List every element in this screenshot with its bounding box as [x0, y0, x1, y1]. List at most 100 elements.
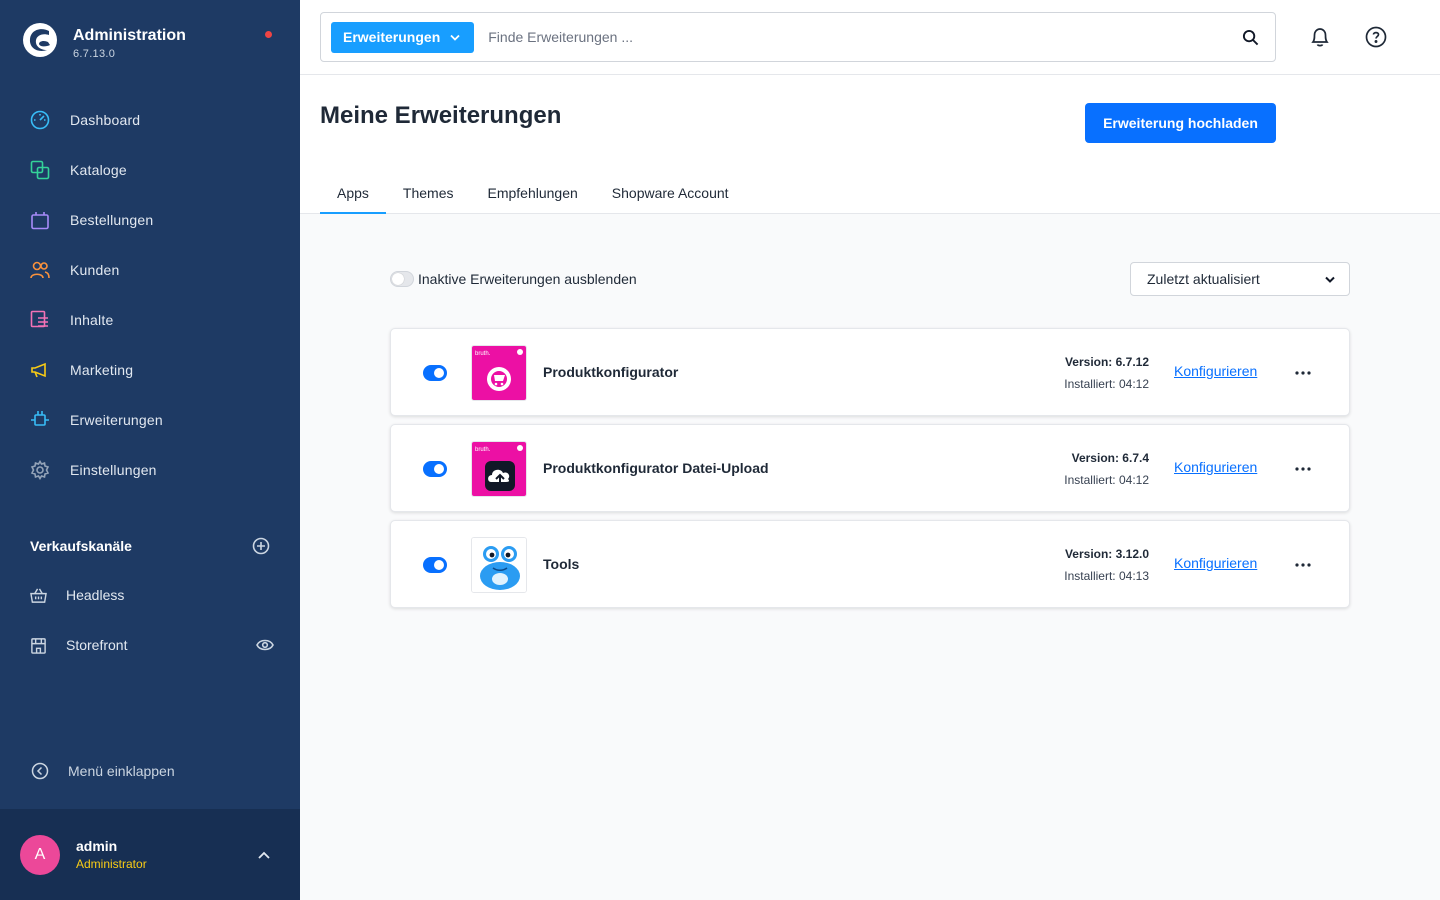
extension-name: Tools [543, 556, 580, 572]
file-upload-icon: bruth. [471, 441, 527, 497]
extension-active-toggle[interactable] [423, 461, 447, 477]
search-type-dropdown[interactable]: Erweiterungen [331, 21, 475, 53]
add-channel-icon[interactable] [252, 537, 270, 555]
extension-active-toggle[interactable] [423, 365, 447, 381]
tabs: Apps Themes Empfehlungen Shopware Accoun… [320, 173, 746, 214]
dashboard-icon [29, 109, 51, 131]
tab-apps[interactable]: Apps [320, 173, 386, 214]
sidebar-channel-storefront[interactable]: Storefront [29, 630, 274, 660]
sales-channels-title: Verkaufskanäle [30, 538, 132, 554]
extension-active-toggle[interactable] [423, 557, 447, 573]
sidebar-item-settings[interactable]: Einstellungen [0, 445, 300, 495]
avatar: A [20, 834, 60, 875]
sidebar-item-catalog[interactable]: Kataloge [0, 145, 300, 195]
extension-card: Tools Version: 3.12.0 Installiert: 04:13… [390, 520, 1350, 608]
storefront-icon [29, 636, 47, 654]
extension-icon-badge: bruth. [475, 447, 491, 453]
sidebar: Administration 6.7.13.0 Dashboard Katalo… [0, 0, 300, 900]
tab-themes[interactable]: Themes [386, 173, 471, 214]
hide-inactive-label: Inaktive Erweiterungen ausblenden [418, 271, 637, 287]
sidebar-item-dashboard[interactable]: Dashboard [0, 95, 300, 145]
extension-version: Version: 6.7.12 [1064, 355, 1149, 369]
extension-version: Version: 6.7.4 [1071, 451, 1149, 465]
sidebar-item-label: Erweiterungen [70, 412, 163, 428]
tab-shopware-account[interactable]: Shopware Account [595, 173, 746, 214]
user-name: admin [76, 838, 118, 854]
catalog-icon [29, 159, 51, 181]
app-version: 6.7.13.0 [73, 48, 116, 60]
sidebar-item-label: Kunden [70, 262, 120, 278]
extension-card: bruth. Produktkonfigurator Datei-Upload … [390, 424, 1350, 512]
page-header: Meine Erweiterungen Erweiterung hochlade… [300, 75, 1440, 214]
marketing-icon [29, 359, 51, 381]
channel-label: Headless [66, 587, 125, 603]
page-title: Meine Erweiterungen [320, 102, 562, 129]
chevron-down-icon [1325, 276, 1335, 283]
app-title: Administration [73, 27, 186, 44]
chevron-left-circle-icon [31, 762, 49, 780]
product-configurator-icon: bruth. [471, 345, 527, 401]
basket-icon [29, 586, 47, 604]
extension-meta: Version: 6.7.4 Installiert: 04:12 [1064, 449, 1149, 489]
channel-label: Storefront [66, 637, 128, 653]
user-role: Administrator [76, 857, 147, 871]
sales-channels-header: Verkaufskanäle [30, 537, 270, 555]
sidebar-item-customers[interactable]: Kunden [0, 245, 300, 295]
extensions-icon [29, 409, 51, 431]
filter-row: Inaktive Erweiterungen ausblenden Zuletz… [390, 262, 1350, 296]
sidebar-item-label: Marketing [70, 362, 134, 378]
chevron-down-icon [450, 34, 460, 41]
brand[interactable]: Administration 6.7.13.0 [22, 22, 186, 60]
extension-icon-badge: bruth. [475, 351, 491, 357]
tab-recommendations[interactable]: Empfehlungen [471, 173, 595, 214]
upload-extension-button[interactable]: Erweiterung hochladen [1085, 103, 1276, 143]
orders-icon [29, 209, 51, 231]
extension-meta: Version: 3.12.0 Installiert: 04:13 [1064, 545, 1149, 585]
extension-meta: Version: 6.7.12 Installiert: 04:12 [1064, 353, 1149, 393]
sidebar-item-label: Bestellungen [70, 212, 154, 228]
sidebar-channel-headless[interactable]: Headless [29, 580, 274, 610]
collapse-menu-button[interactable]: Menü einklappen [31, 762, 175, 780]
chevron-up-icon[interactable] [258, 851, 270, 859]
search-bar: Erweiterungen [320, 12, 1276, 62]
extension-installed: Installiert: 04:12 [1064, 473, 1149, 487]
extension-installed: Installiert: 04:12 [1064, 377, 1149, 391]
more-options-icon[interactable] [1291, 555, 1315, 575]
extension-version: Version: 3.12.0 [1064, 547, 1149, 561]
more-options-icon[interactable] [1291, 363, 1315, 383]
content-icon [29, 309, 51, 331]
help-icon[interactable] [1364, 25, 1388, 49]
main-nav: Dashboard Kataloge Bestellungen Kunden I… [0, 95, 300, 495]
extension-name: Produktkonfigurator Datei-Upload [543, 460, 769, 476]
sidebar-item-label: Dashboard [70, 112, 141, 128]
sidebar-item-orders[interactable]: Bestellungen [0, 195, 300, 245]
sidebar-item-content[interactable]: Inhalte [0, 295, 300, 345]
search-input[interactable] [488, 22, 1242, 52]
settings-icon [29, 459, 51, 481]
sidebar-item-extensions[interactable]: Erweiterungen [0, 395, 300, 445]
frog-icon [471, 537, 527, 593]
collapse-menu-label: Menü einklappen [68, 763, 175, 779]
extension-installed: Installiert: 04:13 [1064, 569, 1149, 583]
sidebar-item-label: Einstellungen [70, 462, 157, 478]
extension-name: Produktkonfigurator [543, 364, 679, 380]
configure-link[interactable]: Konfigurieren [1174, 555, 1257, 571]
sort-select-value: Zuletzt aktualisiert [1147, 271, 1260, 287]
extension-card: bruth. Produktkonfigurator Version: 6.7.… [390, 328, 1350, 416]
configure-link[interactable]: Konfigurieren [1174, 363, 1257, 379]
eye-icon[interactable] [256, 638, 274, 652]
customers-icon [29, 259, 51, 281]
bell-icon[interactable] [1308, 25, 1332, 49]
sidebar-item-marketing[interactable]: Marketing [0, 345, 300, 395]
sidebar-item-label: Kataloge [70, 162, 127, 178]
shopware-logo-icon [23, 23, 57, 57]
user-menu[interactable]: A admin Administrator [0, 809, 300, 900]
notification-dot [265, 31, 272, 38]
search-type-label: Erweiterungen [343, 29, 441, 45]
configure-link[interactable]: Konfigurieren [1174, 459, 1257, 475]
more-options-icon[interactable] [1291, 459, 1315, 479]
hide-inactive-toggle[interactable] [390, 271, 414, 287]
sort-select[interactable]: Zuletzt aktualisiert [1130, 262, 1350, 296]
sidebar-item-label: Inhalte [70, 312, 114, 328]
search-icon[interactable] [1242, 29, 1259, 46]
